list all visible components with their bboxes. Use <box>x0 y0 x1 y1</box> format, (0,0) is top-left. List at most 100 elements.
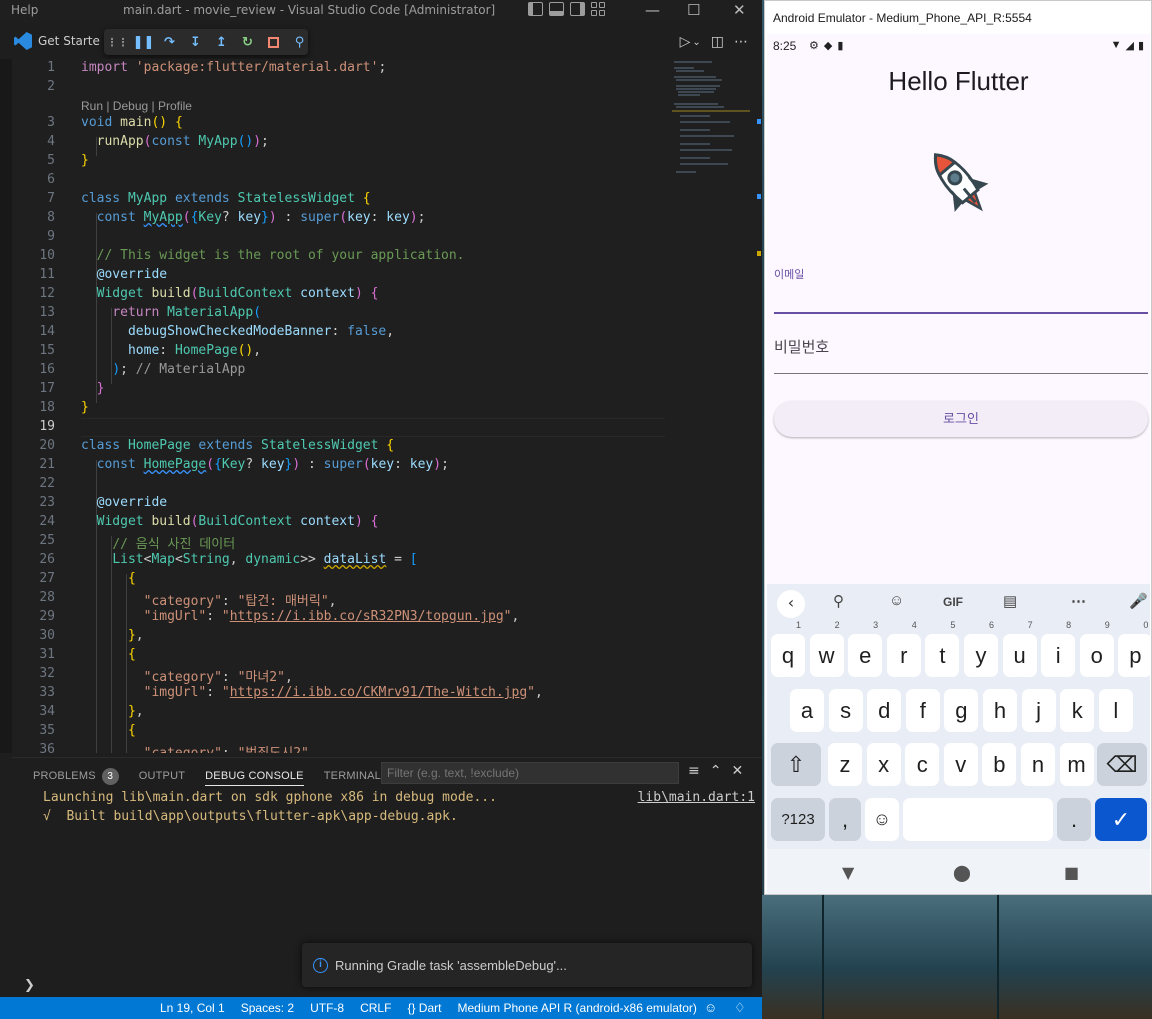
key-r[interactable]: r4 <box>886 620 921 677</box>
key-o[interactable]: o9 <box>1079 620 1114 677</box>
key-u[interactable]: u7 <box>1002 620 1037 677</box>
shift-key[interactable]: ⇧ <box>771 743 821 786</box>
notifications-bell-icon[interactable]: ♢ <box>734 1000 746 1016</box>
enter-key[interactable]: ✓ <box>1095 798 1147 841</box>
key-a[interactable]: a <box>790 689 824 732</box>
pause-icon[interactable]: ❚❚ <box>133 35 155 50</box>
keyboard-back-icon[interactable]: ‹ <box>777 590 805 618</box>
key-m[interactable]: m <box>1059 743 1094 786</box>
tab-terminal[interactable]: TERMINAL <box>324 766 381 786</box>
editor-tab-bar: Get Starte ⋮⋮ ❚❚ ↷ ↧ ↥ ↻ ⚲ ▷ ⌄ ◫ ⋯ <box>0 22 762 64</box>
feedback-icon[interactable]: ☺ <box>704 1000 717 1015</box>
toggle-panel-icon[interactable] <box>549 2 564 16</box>
home-nav-icon[interactable]: ⬤ <box>953 863 971 882</box>
rocket-icon <box>933 153 989 212</box>
status-indentation[interactable]: Spaces: 2 <box>241 1001 294 1015</box>
minimize-button[interactable]: — <box>645 1 660 19</box>
drag-handle-icon[interactable]: ⋮⋮ <box>107 35 129 50</box>
emoji-key[interactable]: ☺ <box>865 798 899 841</box>
toggle-secondary-sidebar-icon[interactable] <box>570 2 585 16</box>
key-h[interactable]: h <box>983 689 1017 732</box>
key-y[interactable]: y6 <box>964 620 998 677</box>
sticker-icon[interactable]: ☺ <box>889 592 904 609</box>
console-source-link[interactable]: lib\main.dart:1 <box>638 790 755 805</box>
symbols-key[interactable]: ?123 <box>771 798 825 841</box>
step-out-icon[interactable]: ↥ <box>214 35 229 50</box>
period-key[interactable]: . <box>1057 798 1091 841</box>
run-dropdown-icon[interactable]: ⌄ <box>692 37 700 48</box>
status-encoding[interactable]: UTF-8 <box>310 1001 344 1015</box>
email-field[interactable] <box>774 312 1148 314</box>
scrollbar-marker <box>757 194 761 199</box>
back-nav-icon[interactable]: ▼ <box>842 863 854 882</box>
key-t[interactable]: t5 <box>925 620 960 677</box>
customize-layout-icon[interactable] <box>591 2 606 16</box>
code-line: 20 class HomePage extends StatelessWidget… <box>39 438 395 453</box>
key-n[interactable]: n <box>1021 743 1055 786</box>
key-v[interactable]: v <box>943 743 978 786</box>
step-into-icon[interactable]: ↧ <box>188 35 203 50</box>
debug-console-prompt-icon[interactable]: ❯ <box>24 978 35 993</box>
status-language[interactable]: {} Dart <box>407 1001 441 1015</box>
maximize-button[interactable]: ☐ <box>687 1 700 19</box>
step-over-icon[interactable]: ↷ <box>162 35 177 50</box>
key-s[interactable]: s <box>828 689 863 732</box>
code-line: 22 <box>39 476 55 491</box>
key-b[interactable]: b <box>982 743 1017 786</box>
notification-toast[interactable]: i Running Gradle task 'assembleDebug'... <box>302 943 752 987</box>
key-f[interactable]: f <box>905 689 940 732</box>
toggle-primary-sidebar-icon[interactable] <box>528 2 543 16</box>
status-device[interactable]: Medium Phone API R (android-x86 emulator… <box>457 1001 696 1015</box>
key-i[interactable]: i8 <box>1041 620 1076 677</box>
close-window-button[interactable]: ✕ <box>733 1 746 19</box>
key-l[interactable]: l <box>1098 689 1133 732</box>
password-field[interactable] <box>774 373 1148 374</box>
password-field-label[interactable]: 비밀번호 <box>774 336 829 357</box>
gif-button[interactable]: GIF <box>943 595 963 609</box>
login-button[interactable]: 로그인 <box>774 401 1148 437</box>
menu-help[interactable]: Help <box>11 3 38 17</box>
microphone-icon[interactable]: 🎤 <box>1129 592 1148 610</box>
emulator-titlebar: Android Emulator - Medium_Phone_API_R:55… <box>765 1 1151 34</box>
key-q[interactable]: q1 <box>771 620 805 677</box>
word-wrap-icon[interactable]: ≡ <box>688 763 700 779</box>
clipboard-icon[interactable]: ▤ <box>1003 592 1017 610</box>
code-editor[interactable]: Run | Debug | Profile 1 import 'package:f… <box>0 59 762 753</box>
key-w[interactable]: w2 <box>809 620 844 677</box>
tab-problems[interactable]: PROBLEMS 3 <box>33 766 119 786</box>
console-filter-input[interactable] <box>381 762 679 784</box>
code-line: 12 Widget build(BuildContext context) { <box>39 286 379 301</box>
run-icon[interactable]: ▷ <box>680 34 691 50</box>
split-editor-icon[interactable]: ◫ <box>711 34 724 50</box>
key-d[interactable]: d <box>867 689 902 732</box>
more-icon[interactable]: ⋯ <box>1071 592 1086 610</box>
key-g[interactable]: g <box>944 689 979 732</box>
key-e[interactable]: e3 <box>848 620 883 677</box>
codelens-run-debug-profile[interactable]: Run | Debug | Profile <box>81 99 192 113</box>
tab-get-started[interactable]: Get Starte <box>14 32 100 50</box>
key-c[interactable]: c <box>905 743 940 786</box>
comma-key[interactable]: , <box>829 798 861 841</box>
key-x[interactable]: x <box>866 743 901 786</box>
status-cursor-position[interactable]: Ln 19, Col 1 <box>160 1001 225 1015</box>
restart-icon[interactable]: ↻ <box>240 35 255 50</box>
open-devtools-icon[interactable]: ⚲ <box>292 35 307 50</box>
key-k[interactable]: k <box>1060 689 1095 732</box>
key-p[interactable]: p0 <box>1118 620 1150 677</box>
status-eol[interactable]: CRLF <box>360 1001 391 1015</box>
code-line: 23 @override <box>39 495 168 510</box>
stop-icon[interactable] <box>266 35 281 50</box>
key-j[interactable]: j <box>1021 689 1056 732</box>
tab-output[interactable]: OUTPUT <box>139 766 185 786</box>
minimap[interactable] <box>672 59 752 179</box>
backspace-key[interactable]: ⌫ <box>1097 743 1147 786</box>
tab-debug-console[interactable]: DEBUG CONSOLE <box>205 766 304 786</box>
more-actions-icon[interactable]: ⋯ <box>734 34 748 50</box>
phone-screen[interactable]: 8:25 ⚙ ◆ ▮ ▼ ◢ ▮ Hello Flutter 이메일 비밀번호 … <box>767 34 1150 894</box>
close-panel-icon[interactable]: ✕ <box>731 763 743 779</box>
key-z[interactable]: z <box>828 743 862 786</box>
space-key[interactable] <box>903 798 1053 841</box>
recents-nav-icon[interactable]: ■ <box>1064 863 1079 882</box>
maximize-panel-icon[interactable]: ⌃ <box>710 763 722 779</box>
search-icon[interactable]: ⚲ <box>833 592 844 610</box>
